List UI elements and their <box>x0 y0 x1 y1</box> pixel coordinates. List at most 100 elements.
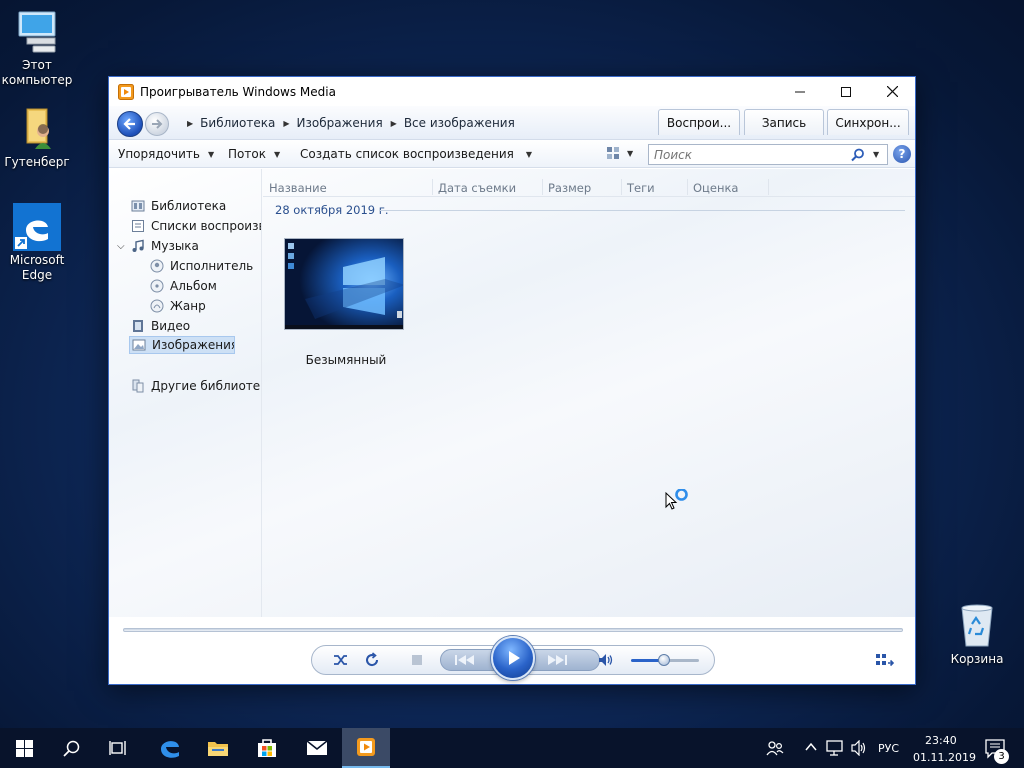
chevron-down-icon: ▼ <box>273 149 281 159</box>
sidebar-item-label: Библиотека <box>151 199 227 213</box>
sidebar-item-other-libraries[interactable]: Другие библиотеки <box>131 377 261 395</box>
taskbar-media-player-button[interactable] <box>342 728 390 768</box>
sidebar-item-video[interactable]: Видео <box>131 317 190 335</box>
help-icon[interactable]: ? <box>893 145 911 163</box>
sidebar-item-artist[interactable]: Исполнитель <box>150 257 253 275</box>
sidebar-item-label: Жанр <box>170 299 206 313</box>
chevron-up-icon[interactable] <box>804 740 818 754</box>
desktop-icon-edge[interactable]: Microsoft Edge <box>0 203 74 283</box>
sidebar-item-music[interactable]: Музыка <box>131 237 199 255</box>
chevron-down-icon: ▼ <box>627 148 634 158</box>
shuffle-icon <box>334 655 347 665</box>
start-button[interactable] <box>0 728 48 768</box>
taskbar-store-button[interactable] <box>243 728 291 768</box>
desktop-icon-this-pc[interactable]: Этот компьютер <box>0 8 74 88</box>
forward-button[interactable] <box>145 112 169 136</box>
column-header-tags[interactable]: Теги <box>627 181 655 195</box>
breadcrumb: ▶ Библиотека ▶ Изображения ▶ Все изображ… <box>183 116 515 130</box>
clock-date[interactable]: 01.11.2019 <box>913 751 976 764</box>
column-divider[interactable] <box>542 179 543 195</box>
seek-bar[interactable] <box>123 628 903 632</box>
taskbar-mail-button[interactable] <box>293 728 341 768</box>
sidebar-item-label: Видео <box>151 319 191 333</box>
column-divider[interactable] <box>621 179 622 195</box>
column-header-size[interactable]: Размер <box>548 181 591 195</box>
stop-button[interactable] <box>407 651 427 669</box>
search-box[interactable]: ▼ <box>648 144 888 165</box>
taskbar-file-explorer-button[interactable] <box>194 728 242 768</box>
people-icon[interactable] <box>766 740 784 756</box>
sidebar-item-label: Музыка <box>151 239 199 253</box>
sidebar-item-library[interactable]: Библиотека <box>131 197 226 215</box>
taskbar-search-button[interactable] <box>47 728 95 768</box>
arrow-left-icon <box>123 118 135 130</box>
organize-label: Упорядочить <box>118 147 200 161</box>
title-bar[interactable]: Проигрыватель Windows Media <box>109 77 915 106</box>
network-icon[interactable] <box>826 740 846 756</box>
search-input[interactable] <box>649 147 845 162</box>
task-view-button[interactable] <box>94 728 142 768</box>
breadcrumb-separator-icon[interactable]: ▶ <box>391 119 397 128</box>
media-player-icon <box>357 738 375 756</box>
chevron-down-icon[interactable]: ⌵ <box>117 241 125 252</box>
computer-icon <box>13 8 61 56</box>
volume-icon[interactable] <box>851 740 869 756</box>
edge-icon <box>13 203 61 251</box>
toolbar: Упорядочить ▼ Поток ▼ Создать список вос… <box>109 140 915 168</box>
column-header-title[interactable]: Название <box>269 181 327 195</box>
breadcrumb-item[interactable]: Изображения <box>297 116 383 130</box>
group-header-date[interactable]: 28 октября 2019 г. <box>275 203 388 217</box>
genre-icon <box>150 299 164 313</box>
column-divider[interactable] <box>768 179 769 195</box>
breadcrumb-item[interactable]: Все изображения <box>404 116 515 130</box>
back-button[interactable] <box>117 111 143 137</box>
desktop-icon-label: Этот компьютер <box>1 58 73 87</box>
folder-icon <box>208 742 228 756</box>
picture-thumbnail[interactable] <box>284 238 404 330</box>
breadcrumb-separator-icon[interactable]: ▶ <box>283 119 289 128</box>
media-player-window: Проигрыватель Windows Media ▶ Библиотека… <box>108 76 916 685</box>
view-grid-icon <box>607 147 619 159</box>
shuffle-button[interactable] <box>331 651 351 669</box>
volume-slider-thumb[interactable] <box>658 654 670 666</box>
tab-sync[interactable]: Синхрон... <box>827 109 909 135</box>
column-divider[interactable] <box>687 179 688 195</box>
column-header-date[interactable]: Дата съемки <box>438 181 516 195</box>
pictures-icon <box>132 339 146 351</box>
create-playlist-menu[interactable]: Создать список воспроизведения ▼ <box>300 147 532 161</box>
input-language[interactable]: РУС <box>878 742 899 755</box>
switch-to-now-playing-button[interactable] <box>874 651 896 669</box>
tab-play[interactable]: Воспрои... <box>658 109 740 135</box>
taskbar-edge-button[interactable] <box>146 728 194 768</box>
sidebar-item-genre[interactable]: Жанр <box>150 297 206 315</box>
column-divider[interactable] <box>432 179 433 195</box>
minimize-button[interactable] <box>777 77 823 106</box>
sidebar-item-pictures[interactable]: Изображения <box>129 336 235 354</box>
desktop-icon-gutenberg[interactable]: Гутенберг <box>0 105 74 170</box>
tab-burn[interactable]: Запись <box>744 109 824 135</box>
search-icon[interactable] <box>851 148 865 162</box>
breadcrumb-item[interactable]: Библиотека <box>200 116 275 130</box>
chevron-down-icon[interactable]: ▼ <box>873 150 879 159</box>
column-header-rating[interactable]: Оценка <box>693 181 738 195</box>
sidebar-item-playlists[interactable]: Списки воспроизведения <box>131 217 261 235</box>
next-button[interactable] <box>541 651 573 669</box>
organize-menu[interactable]: Упорядочить ▼ <box>118 147 214 161</box>
sidebar-item-label: Исполнитель <box>170 259 254 273</box>
desktop-icon-recycle-bin[interactable]: Корзина <box>940 602 1014 667</box>
clock-time[interactable]: 23:40 <box>925 734 957 747</box>
sidebar-item-label: Изображения <box>152 338 235 352</box>
previous-button[interactable] <box>449 651 481 669</box>
maximize-button[interactable] <box>823 77 869 106</box>
repeat-button[interactable] <box>362 651 382 669</box>
play-button[interactable] <box>491 636 535 680</box>
mail-icon <box>306 740 328 755</box>
next-icon <box>548 655 567 665</box>
sidebar-item-album[interactable]: Альбом <box>150 277 217 295</box>
mute-button[interactable] <box>596 651 616 669</box>
stream-menu[interactable]: Поток ▼ <box>228 147 280 161</box>
close-button[interactable] <box>869 77 915 106</box>
view-options-button[interactable]: ▼ <box>606 146 633 160</box>
picture-title[interactable]: Безымянный <box>284 353 408 367</box>
breadcrumb-separator-icon: ▶ <box>187 118 194 128</box>
